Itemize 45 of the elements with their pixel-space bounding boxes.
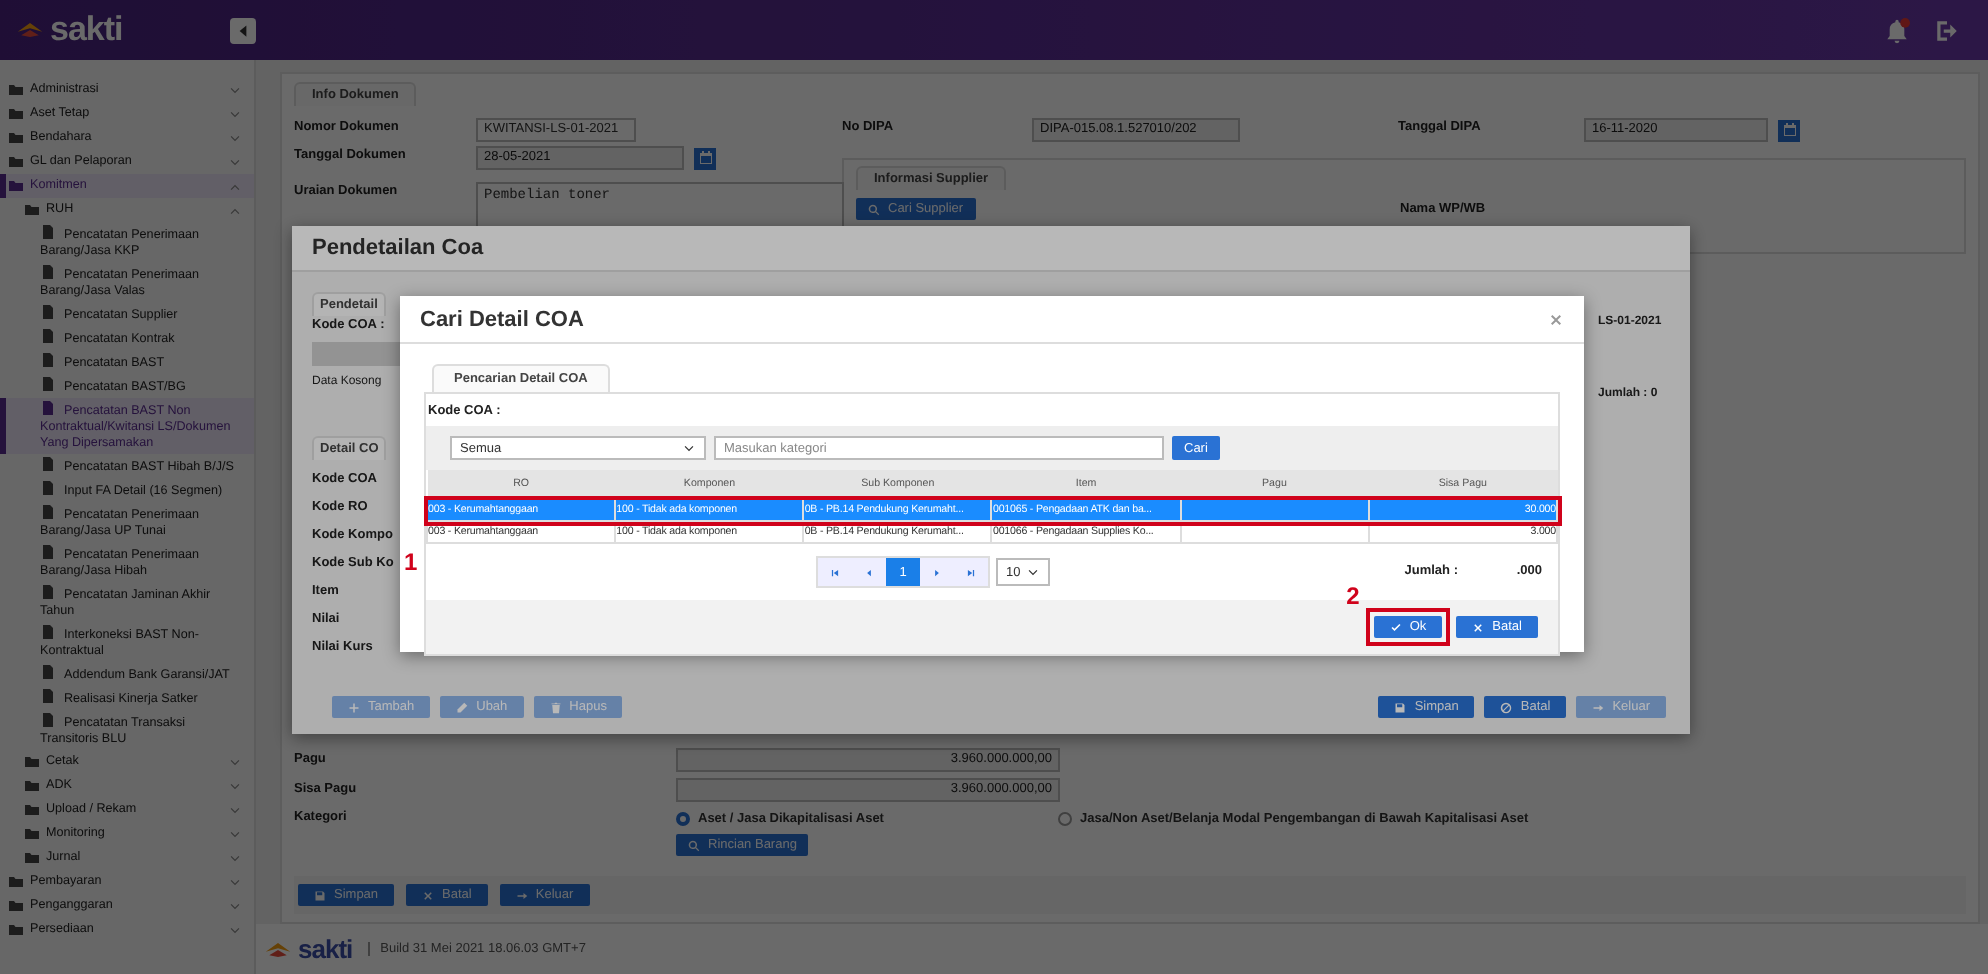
- search-icon: [688, 839, 700, 851]
- search-icon: [868, 203, 880, 215]
- footer-logo: sakti: [264, 934, 353, 964]
- close-icon: [422, 889, 435, 901]
- last-page-icon: [966, 567, 976, 577]
- notification-button[interactable]: [1884, 17, 1910, 43]
- radio-button[interactable]: [1058, 811, 1072, 825]
- last-page-button[interactable]: [954, 558, 988, 586]
- bell-icon: [1884, 17, 1910, 43]
- chevron-down-icon: [1026, 565, 1040, 579]
- previous-page-icon: [864, 567, 874, 577]
- check-icon: [1389, 621, 1402, 633]
- calendar-icon: [697, 150, 713, 166]
- plus-icon: [348, 701, 360, 713]
- save-icon: [1394, 701, 1407, 713]
- first-page-icon: [830, 567, 840, 577]
- callout-number: 1: [404, 550, 418, 574]
- collapse-sidebar-button[interactable]: [230, 17, 257, 43]
- save-icon: [314, 889, 326, 901]
- arrow-icon: [515, 889, 528, 901]
- logout-button[interactable]: [1934, 17, 1960, 43]
- document-icon: [40, 544, 56, 560]
- document-icon: [40, 224, 56, 240]
- callout-number: 2: [1346, 584, 1360, 608]
- first-page-button[interactable]: [818, 558, 852, 586]
- logout-icon: [1934, 17, 1960, 43]
- next-page-icon: [932, 567, 942, 577]
- document-icon: [40, 264, 56, 280]
- close-button[interactable]: [1548, 311, 1564, 327]
- app-logo: sakti: [16, 10, 123, 50]
- table-header-bar: [312, 342, 404, 366]
- trash-icon: [549, 701, 562, 713]
- dialog-title: Cari Detail COA: [420, 307, 584, 331]
- chevron-down-icon: [682, 441, 696, 455]
- radio-button[interactable]: [676, 811, 690, 825]
- close-icon: [1548, 311, 1564, 327]
- arrow-icon: [1592, 701, 1605, 713]
- calendar-icon: [1781, 122, 1797, 138]
- calendar-button[interactable]: [1778, 119, 1800, 141]
- ban-icon: [1500, 701, 1513, 713]
- pencil-icon: [456, 701, 469, 713]
- document-icon: [40, 584, 56, 600]
- close-icon: [1472, 621, 1485, 633]
- document-icon: [40, 624, 56, 640]
- calendar-button[interactable]: [694, 147, 716, 169]
